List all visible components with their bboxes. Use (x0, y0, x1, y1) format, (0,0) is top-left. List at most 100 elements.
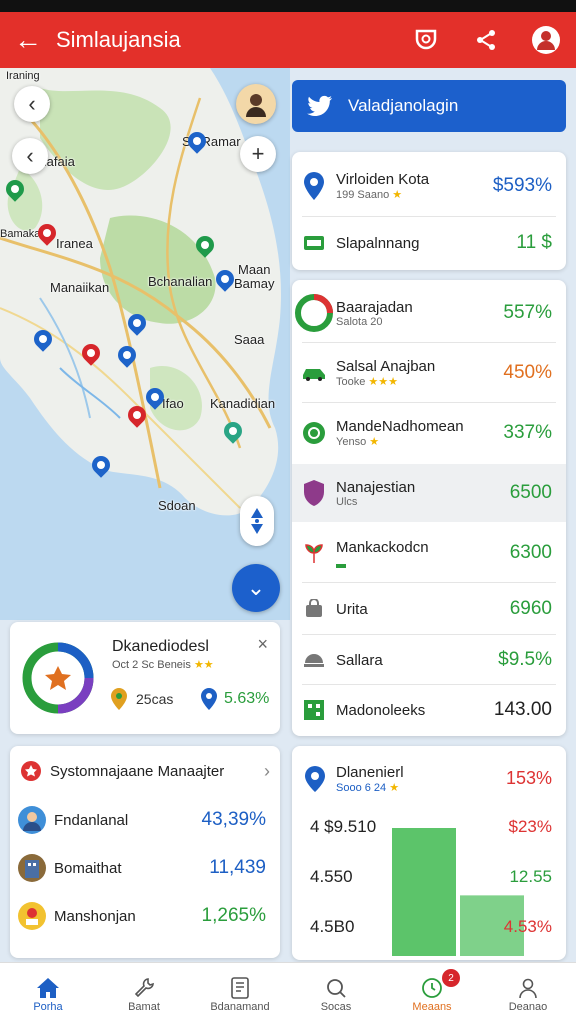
map-label: Ifao (162, 396, 184, 411)
list-item[interactable]: Urita 6960 (292, 584, 566, 634)
summary-stat-2: 5.63% (224, 690, 270, 707)
item-sub: Salota 20 (336, 315, 383, 328)
qr-icon (292, 700, 336, 720)
item-value: 557% (503, 302, 552, 323)
item-value: 11 $ (516, 232, 552, 253)
zoom-in-button[interactable]: + (240, 136, 276, 172)
chevron-left-icon: ‹ (26, 143, 34, 168)
ranking-title: Systomnajaane Manaajter (50, 762, 225, 780)
item-name: Slapalnnang (336, 234, 420, 252)
list-item[interactable]: Salsal Anajban Tooke ★★★ 450% (292, 344, 566, 402)
compass-icon (251, 508, 263, 534)
map-label: Saaa (234, 332, 265, 347)
nav-search[interactable]: Socas (288, 963, 384, 1024)
nav-profile[interactable]: Deanao (480, 963, 576, 1024)
bottom-nav: Porha Bamat Bdanamand Socas Meaans 2 Dea… (0, 962, 576, 1024)
expand-map-button[interactable]: ⌄ (232, 564, 280, 612)
nav-label: Bamat (128, 1000, 160, 1013)
summary-stat-1: 25cas (136, 691, 174, 707)
home-icon (37, 977, 59, 998)
plus-icon: + (251, 141, 265, 166)
chevron-down-icon: ⌄ (246, 575, 266, 600)
share-button[interactable] (456, 12, 516, 68)
person-icon (519, 978, 537, 998)
ranking-card: Systomnajaane Manaajter › Fndanlanal 43,… (10, 746, 280, 958)
ranking-name: Manshonjan (54, 907, 136, 925)
chart-value-label: 12.55 (509, 867, 552, 886)
wallet-icon (292, 234, 336, 252)
list-item-selected[interactable]: Nanajestian Ulcs 6500 (292, 464, 566, 522)
list-item[interactable]: Sallara $9.5% (292, 636, 566, 684)
summary-title: Dkanediodesl (112, 638, 209, 655)
back-arrow-icon: ← (14, 24, 42, 55)
chart-value-label: 4.53% (504, 917, 552, 936)
item-value: 6960 (509, 598, 552, 619)
target-icon (415, 29, 437, 50)
map-label: Bamay (234, 276, 275, 291)
list-item[interactable]: Madonoleeks 143.00 (292, 686, 566, 734)
chart-card: Dlanenierl Sooo 6 24 ★ 153% 4 $9.510 4.55… (292, 746, 566, 960)
chevron-left-icon: ‹ (28, 91, 36, 116)
avatar[interactable] (236, 84, 276, 124)
ranking-row[interactable]: Fndanlanal 43,39% (10, 798, 280, 842)
notification-badge: 2 (442, 969, 460, 987)
list-card-2: Baarajadan Salota 20 557% Salsal Anajban T… (292, 280, 566, 736)
map-collapse-button[interactable]: ‹ (12, 138, 48, 174)
list-item[interactable]: Mankackodcn 6300 (292, 524, 566, 582)
avatar-icon (246, 94, 266, 117)
map-view[interactable]: Iraning Ilalafaia Bamakan Iranea Manaiik… (0, 68, 290, 620)
app-bar: ← Simlaujansia (0, 12, 576, 68)
nav-label: Socas (320, 1000, 352, 1013)
nav-label: Bdanamand (210, 1000, 270, 1013)
app-title: Simlaujansia (56, 27, 181, 52)
item-sub: 199 Saano (336, 189, 390, 201)
nav-home[interactable]: Porha (0, 963, 96, 1024)
star-icon: ★★★ (368, 376, 399, 388)
list-item[interactable]: Slapalnnang 11 $ (292, 218, 566, 268)
map-back-button[interactable]: ‹ (14, 86, 50, 122)
back-button[interactable]: ← (0, 12, 56, 68)
list-item[interactable]: MandeNadhomean Yenso ★ 337% (292, 404, 566, 462)
dish-icon (292, 651, 336, 669)
item-sub: Tooke (336, 376, 366, 388)
car-icon (292, 365, 336, 381)
pin-icon (111, 688, 127, 710)
ranking-name: Bomaithat (54, 859, 122, 877)
chevron-right-icon[interactable]: › (264, 761, 270, 782)
item-value: 6300 (509, 542, 552, 563)
ranking-value: 1,265% (201, 905, 266, 926)
ranking-value: 11,439 (209, 857, 266, 878)
item-value: $9.5% (498, 649, 552, 670)
clock-icon (422, 977, 442, 998)
list-card-1: Virloiden Kota 199 Saano ★ $593% Slapalnn… (292, 152, 566, 270)
map-label: Kanadidian (210, 396, 276, 411)
compass-button[interactable] (240, 496, 274, 546)
ring-chart-icon (292, 293, 336, 333)
ranking-row[interactable]: Manshonjan 1,265% (10, 894, 280, 938)
map-label: Sdoan (158, 498, 196, 513)
close-button[interactable]: × (257, 634, 268, 655)
promo-button[interactable]: Valadjanolagin (292, 80, 566, 132)
chart-sub: Sooo 6 24 (336, 782, 387, 794)
profile-button[interactable] (516, 12, 576, 68)
chart-ylabel: 4.5B0 (310, 917, 354, 936)
nav-tools[interactable]: Bamat (96, 963, 192, 1024)
bag-icon (292, 599, 336, 619)
target-button[interactable] (396, 12, 456, 68)
summary-card[interactable]: Dkanediodesl Oct 2 Sc Beneis ★★ × 25cas … (10, 622, 280, 734)
chart-ylabel: 4.550 (310, 867, 353, 886)
nav-label: Porha (33, 1000, 63, 1013)
item-name: Mankackodcn (336, 538, 429, 556)
map-label: Iraning (6, 70, 40, 82)
list-item[interactable]: Virloiden Kota 199 Saano ★ $593% (292, 158, 566, 214)
promo-label: Valadjanolagin (348, 96, 459, 115)
list-item[interactable]: Baarajadan Salota 20 557% (292, 284, 566, 342)
location-pin-icon (292, 172, 336, 200)
chart-title: Dlanenierl (336, 764, 404, 781)
item-name: Urita (336, 600, 368, 618)
medal-icon (18, 902, 46, 930)
user-icon (532, 26, 560, 54)
ranking-row[interactable]: Bomaithat 11,439 (10, 846, 280, 890)
nav-messages[interactable]: Meaans 2 (384, 963, 480, 1024)
nav-documents[interactable]: Bdanamand (192, 963, 288, 1024)
